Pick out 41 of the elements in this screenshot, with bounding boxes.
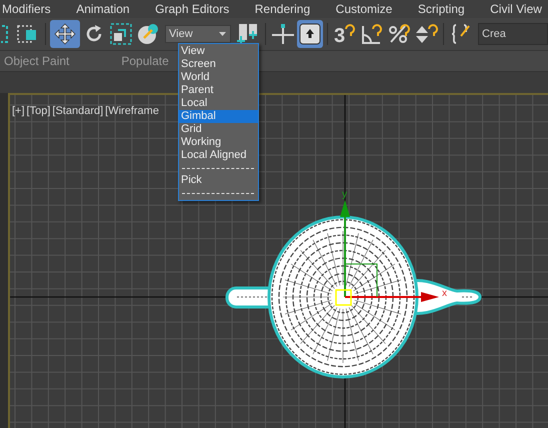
angle-snap-icon [360,23,384,46]
menu-option[interactable]: View [179,45,258,58]
menu-item[interactable]: Customize [336,2,392,16]
selection-set-field[interactable]: Crea [478,23,548,46]
menu-option[interactable]: Local [179,97,258,110]
menu-option[interactable]: Gimbal [179,110,258,123]
axis-label: y [342,189,347,200]
scale-icon [110,23,132,46]
menu-option[interactable]: Grid [179,123,258,136]
move-button[interactable] [50,20,80,48]
ribbon-tab[interactable]: Populate [121,54,169,68]
menu-item[interactable]: Civil View [490,2,542,16]
viewport-label[interactable]: [Top] [26,105,50,117]
select-parent-button[interactable] [297,20,323,48]
menu-item[interactable]: Rendering [254,2,310,16]
braces-icon [450,23,472,46]
menu-option[interactable]: Working [179,136,258,149]
spinner-snap-icon [414,23,438,46]
ribbon-tab[interactable]: Object Paint [4,54,70,68]
menu-item[interactable]: Scripting [418,2,465,16]
move-icon [54,23,76,46]
region-select-icon [1,23,11,46]
menu-item[interactable]: Animation [76,2,130,16]
menu-option[interactable]: Pick [179,174,258,187]
menu-item[interactable]: Modifiers [2,2,51,16]
viewport-label[interactable]: [Standard] [52,105,104,117]
arrow-up-icon [299,23,321,46]
menu-option[interactable]: Screen [179,58,258,71]
viewport-label[interactable]: [+] [12,105,25,117]
percent-snap-icon [387,23,411,46]
place-icon [137,23,159,46]
menu-item[interactable]: Graph Editors [155,2,230,16]
menu-option[interactable]: Local Aligned [179,149,258,162]
viewport-label[interactable]: [Wireframe [105,105,159,117]
coordinate-system-dropdown[interactable]: View [165,25,231,44]
select-object-icon [16,23,38,46]
transform-gizmo[interactable] [335,200,439,306]
axis-label: x [442,288,447,299]
caret-icon [219,32,226,36]
crosshair-icon [271,23,295,46]
menu-option[interactable]: World [179,71,258,84]
